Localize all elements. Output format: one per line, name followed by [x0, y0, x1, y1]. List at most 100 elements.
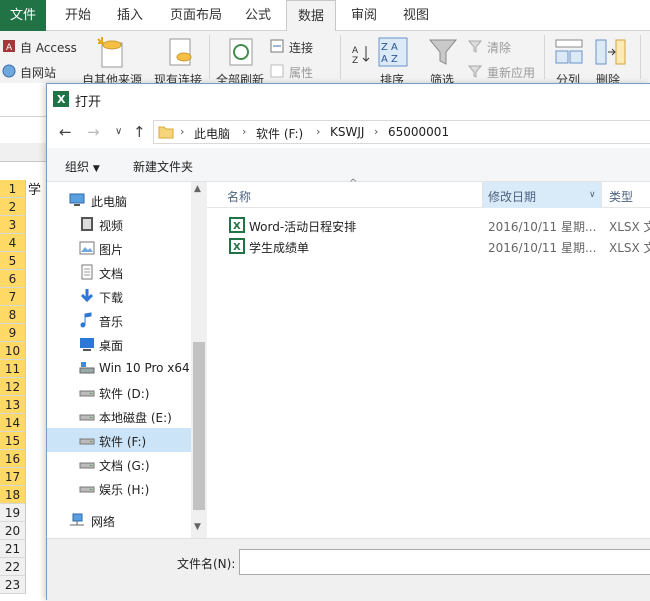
row-header[interactable]: 15 — [0, 432, 26, 450]
nav-item[interactable]: 图片 — [47, 236, 191, 260]
nav-item-label: 下载 — [99, 291, 124, 305]
nav-item[interactable]: 文档 — [47, 260, 191, 284]
tab-view[interactable]: 视图 — [394, 0, 438, 31]
row-header[interactable]: 16 — [0, 450, 26, 468]
system-drive-icon — [79, 362, 95, 374]
recent-dropdown-icon[interactable]: ∨ — [115, 126, 122, 137]
row-header[interactable]: 18 — [0, 486, 26, 504]
nav-item[interactable]: 本地磁盘 (E:) — [47, 404, 191, 428]
row-header[interactable]: 3 — [0, 216, 26, 234]
nav-item[interactable]: Win 10 Pro x64 — [47, 356, 191, 380]
breadcrumb-drive-f[interactable]: 软件 (F:) — [256, 125, 303, 142]
column-filter-chevron-icon[interactable]: ∨ — [589, 190, 596, 200]
video-folder-icon — [81, 217, 93, 231]
picture-folder-icon — [79, 241, 95, 255]
column-header-name[interactable]: 名称 — [227, 188, 251, 205]
row-header[interactable]: 4 — [0, 234, 26, 252]
properties-button[interactable]: 属性 — [289, 64, 313, 81]
breadcrumb-separator: › — [242, 125, 247, 138]
sort-az-icon: A Z — [352, 46, 370, 65]
from-web-button[interactable]: 自网站 — [20, 64, 56, 81]
nav-item-label: 此电脑 — [91, 195, 128, 209]
row-header[interactable]: 12 — [0, 378, 26, 396]
organize-button[interactable]: 组织 ▼ — [65, 158, 100, 175]
up-arrow-icon[interactable]: ↑ — [133, 123, 146, 141]
address-bar[interactable]: › 此电脑 › 软件 (F:) › KSWJJ › 65000001 — [153, 120, 650, 144]
nav-item[interactable]: 软件 (F:) — [47, 428, 191, 452]
data-ribbon: A 自 Access 自网站 自其他来源 现有连接 全部刷新 连接 属性 A Z… — [0, 31, 650, 87]
chevron-down-icon: ▼ — [92, 164, 100, 174]
filename-input[interactable] — [239, 549, 650, 575]
row-header[interactable]: 8 — [0, 306, 26, 324]
scroll-down-icon[interactable]: ▼ — [194, 522, 201, 532]
tab-formulas[interactable]: 公式 — [236, 0, 280, 31]
row-header[interactable]: 11 — [0, 360, 26, 378]
scrollbar-thumb[interactable] — [193, 342, 205, 510]
row-header[interactable]: 22 — [0, 558, 26, 576]
file-row[interactable]: X 学生成绩单 2016/10/11 星期... XLSX 文 — [207, 236, 650, 256]
nav-item[interactable]: 文档 (G:) — [47, 452, 191, 476]
dialog-bottom-bar: 文件名(N): — [47, 538, 650, 601]
tab-file[interactable]: 文件 — [0, 0, 46, 31]
tab-insert[interactable]: 插入 — [108, 0, 152, 31]
scroll-up-icon[interactable]: ▲ — [194, 184, 201, 194]
nav-item[interactable]: 视频 — [47, 212, 191, 236]
svg-text:A: A — [6, 43, 13, 53]
back-arrow-icon[interactable]: ← — [59, 123, 72, 141]
row-header[interactable]: 19 — [0, 504, 26, 522]
svg-text:X: X — [57, 93, 66, 106]
clear-button[interactable]: 清除 — [487, 39, 511, 56]
breadcrumb-kswjj[interactable]: KSWJJ — [330, 125, 364, 139]
formula-bar-area — [0, 83, 46, 117]
row-header[interactable]: 14 — [0, 414, 26, 432]
tab-data[interactable]: 数据 — [286, 0, 336, 32]
row-header[interactable]: 7 — [0, 288, 26, 306]
breadcrumb-current-folder[interactable]: 65000001 — [388, 125, 449, 139]
nav-item[interactable]: 音乐 — [47, 308, 191, 332]
refresh-all-icon — [229, 38, 253, 66]
cell-a1[interactable]: 学 — [28, 179, 41, 198]
row-header[interactable]: 20 — [0, 522, 26, 540]
nav-item[interactable]: 桌面 — [47, 332, 191, 356]
breadcrumb-separator: › — [180, 125, 185, 138]
tab-page-layout[interactable]: 页面布局 — [164, 0, 228, 31]
nav-item[interactable]: 网络 — [47, 508, 191, 532]
drive-icon — [79, 462, 95, 469]
file-row[interactable]: X Word-活动日程安排 2016/10/11 星期... XLSX 文 — [207, 215, 650, 235]
nav-item-label: 本地磁盘 (E:) — [99, 411, 172, 425]
row-header[interactable]: 2 — [0, 198, 26, 216]
row-header[interactable]: 9 — [0, 324, 26, 342]
file-name: 学生成绩单 — [249, 241, 310, 255]
column-header-date[interactable]: 修改日期 — [488, 188, 536, 205]
row-header[interactable]: 21 — [0, 540, 26, 558]
reapply-button[interactable]: 重新应用 — [487, 64, 535, 81]
organize-label: 组织 — [65, 160, 90, 174]
row-header[interactable]: 10 — [0, 342, 26, 360]
row-header[interactable]: 1 — [0, 180, 26, 198]
tab-review[interactable]: 审阅 — [342, 0, 386, 31]
breadcrumb-this-pc[interactable]: 此电脑 — [194, 125, 230, 142]
new-folder-button[interactable]: 新建文件夹 — [133, 158, 193, 175]
nav-item[interactable]: 软件 (D:) — [47, 380, 191, 404]
nav-item[interactable]: 娱乐 (H:) — [47, 476, 191, 500]
computer-icon — [69, 193, 85, 206]
nav-item[interactable]: 此电脑 — [47, 188, 191, 212]
connections-button[interactable]: 连接 — [289, 39, 313, 56]
row-header[interactable]: 23 — [0, 576, 26, 594]
row-header[interactable]: 6 — [0, 270, 26, 288]
clear-filter-icon — [468, 40, 482, 53]
forward-arrow-icon[interactable]: → — [87, 123, 100, 141]
nav-item-label: 音乐 — [99, 315, 124, 329]
tab-home[interactable]: 开始 — [56, 0, 100, 31]
connections-icon — [270, 39, 284, 53]
row-header[interactable]: 5 — [0, 252, 26, 270]
from-access-button[interactable]: 自 Access — [20, 39, 77, 56]
navigation-scrollbar[interactable]: ▲ ▼ — [191, 182, 207, 538]
svg-text:Z A: Z A — [381, 42, 398, 53]
svg-text:X: X — [233, 221, 241, 232]
column-header-type[interactable]: 类型 — [609, 188, 633, 205]
download-icon — [80, 289, 94, 303]
row-header[interactable]: 13 — [0, 396, 26, 414]
nav-item[interactable]: 下载 — [47, 284, 191, 308]
row-header[interactable]: 17 — [0, 468, 26, 486]
